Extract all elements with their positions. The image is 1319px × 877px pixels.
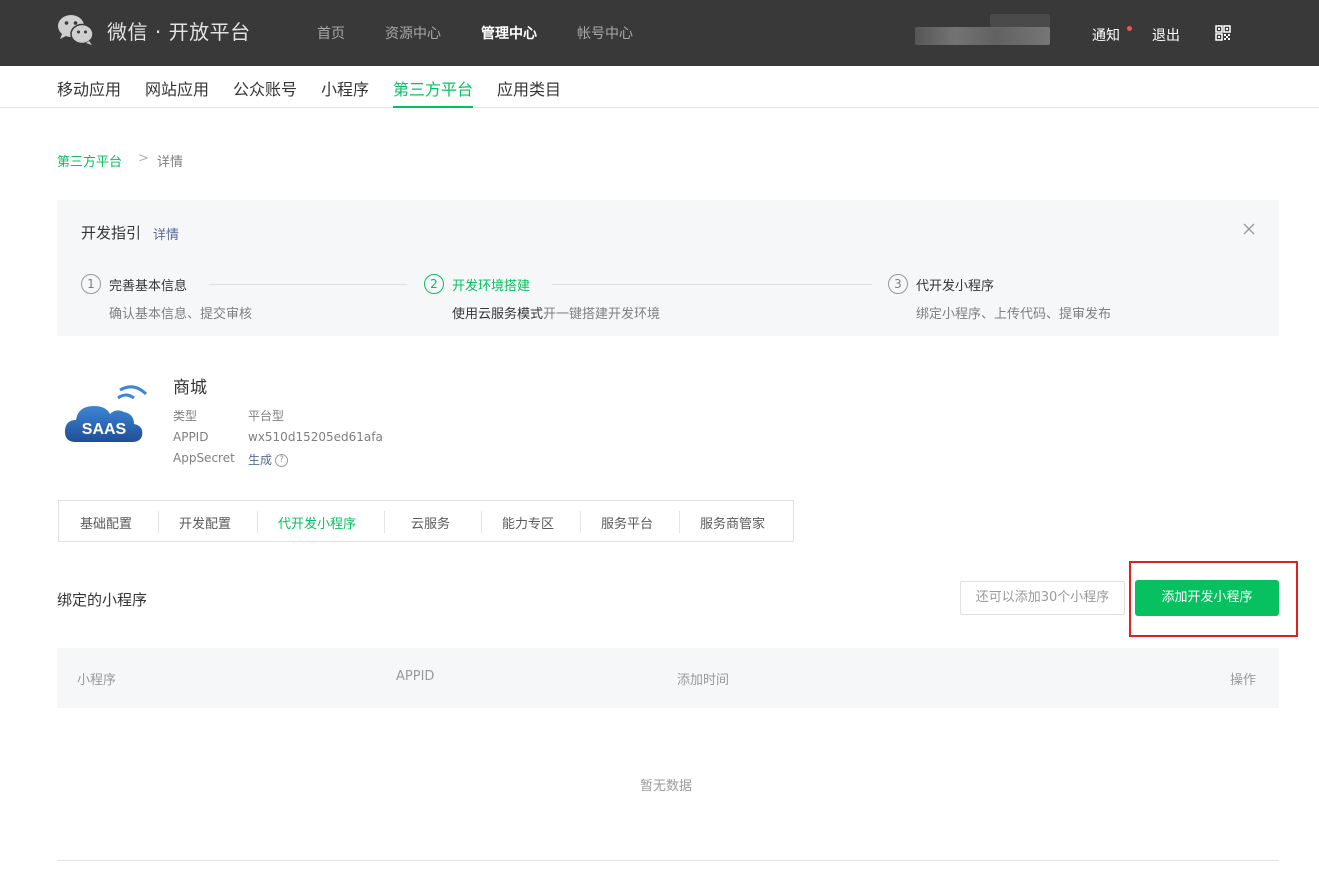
column-actions: 操作 — [1230, 673, 1257, 688]
step-2-title: 开发环境搭建 — [452, 279, 531, 294]
appsecret-label: AppSecret — [173, 451, 235, 465]
help-icon[interactable]: ? — [275, 454, 289, 467]
subnav-mobile-app[interactable]: 移动应用 — [57, 76, 121, 108]
guide-title: 开发指引 — [81, 224, 142, 242]
top-header: 微信 · 开放平台 首页 资源中心 管理中心 帐号中心 通知 退出 — [0, 0, 1319, 66]
bound-mini-programs-title: 绑定的小程序 — [57, 591, 148, 609]
breadcrumb-separator: > — [138, 151, 149, 166]
tab-provider-manager[interactable]: 服务商管家 — [700, 513, 765, 532]
step-3-title: 代开发小程序 — [916, 279, 995, 294]
app-name: 商城 — [173, 378, 207, 398]
brand-title: 微信 · 开放平台 — [107, 20, 251, 44]
tab-basic-config[interactable]: 基础配置 — [80, 513, 132, 532]
tab-capability-zone[interactable]: 能力专区 — [502, 513, 554, 532]
tab-cloud-service[interactable]: 云服务 — [411, 513, 450, 532]
generate-secret-link[interactable]: 生成 — [248, 453, 272, 467]
tab-proxy-dev-mini-program[interactable]: 代开发小程序 — [278, 513, 356, 532]
step-2-desc-text: 开一键搭建开发环境 — [543, 307, 661, 322]
subnav-mini-program[interactable]: 小程序 — [321, 76, 369, 108]
column-appid: APPID — [396, 669, 435, 684]
appid-value: wx510d15205ed61afa — [248, 430, 383, 444]
table-header: 小程序 APPID 添加时间 操作 — [57, 648, 1279, 708]
wechat-logo-icon[interactable] — [57, 14, 95, 46]
step-2-number: 2 — [424, 274, 444, 294]
quota-indicator: 还可以添加30个小程序 — [960, 581, 1125, 615]
tab-service-platform[interactable]: 服务平台 — [601, 513, 653, 532]
close-icon[interactable] — [1242, 222, 1256, 236]
empty-state-text: 暂无数据 — [640, 779, 693, 794]
topnav-home[interactable]: 首页 — [317, 23, 345, 43]
topnav-resources[interactable]: 资源中心 — [385, 23, 441, 43]
account-name-blurred[interactable] — [915, 27, 1050, 45]
tab-divider — [257, 511, 258, 533]
cloud-service-mode-link[interactable]: 使用云服务模式 — [452, 307, 543, 322]
table-bottom-divider — [57, 860, 1279, 861]
tab-divider — [158, 511, 159, 533]
saas-logo-text: SAAS — [82, 421, 127, 438]
tab-divider — [580, 511, 581, 533]
tab-divider — [481, 511, 482, 533]
tab-dev-config[interactable]: 开发配置 — [179, 513, 231, 532]
appsecret-row: 生成? — [248, 451, 289, 468]
subnav-official-account[interactable]: 公众账号 — [233, 76, 297, 108]
step-1-desc: 确认基本信息、提交审核 — [109, 307, 253, 322]
step-3-number: 3 — [888, 274, 908, 294]
qr-code-icon[interactable] — [1215, 25, 1231, 41]
annotation-highlight-box — [1129, 561, 1298, 637]
breadcrumb-current: 详情 — [157, 155, 184, 170]
step-1-number: 1 — [81, 274, 101, 294]
subnav-app-category[interactable]: 应用类目 — [497, 76, 561, 108]
step-2-desc: 使用云服务模式开一键搭建开发环境 — [452, 303, 660, 322]
type-value: 平台型 — [248, 409, 285, 423]
guide-details-link[interactable]: 详情 — [153, 224, 179, 243]
account-avatar-blurred[interactable] — [990, 14, 1050, 28]
config-tabs: 基础配置 开发配置 代开发小程序 云服务 能力专区 服务平台 服务商管家 — [58, 500, 794, 542]
tab-divider — [679, 511, 680, 533]
step-3-desc: 绑定小程序、上传代码、提审发布 — [916, 307, 1112, 322]
tab-divider — [384, 511, 385, 533]
column-add-time: 添加时间 — [677, 673, 730, 688]
saas-app-logo: SAAS — [64, 385, 148, 442]
topnav-management[interactable]: 管理中心 — [481, 23, 537, 43]
step-1-title: 完善基本信息 — [109, 279, 188, 294]
notify-link[interactable]: 通知 — [1092, 25, 1120, 45]
breadcrumb-third-party[interactable]: 第三方平台 — [57, 151, 122, 170]
logout-link[interactable]: 退出 — [1152, 25, 1180, 45]
subnav-website-app[interactable]: 网站应用 — [145, 76, 209, 108]
sub-navigation: 移动应用 网站应用 公众账号 小程序 第三方平台 应用类目 — [0, 66, 1319, 108]
step-connector — [552, 284, 872, 285]
type-label: 类型 — [173, 409, 198, 423]
step-connector — [209, 284, 407, 285]
appid-label: APPID — [173, 430, 209, 444]
notify-badge-dot — [1127, 26, 1132, 31]
column-mini-program: 小程序 — [77, 673, 117, 688]
topnav-account[interactable]: 帐号中心 — [577, 23, 633, 43]
subnav-third-party[interactable]: 第三方平台 — [393, 76, 474, 108]
dev-guide-panel: 开发指引 详情 1 完善基本信息 确认基本信息、提交审核 2 开发环境搭建 使用… — [57, 200, 1279, 336]
